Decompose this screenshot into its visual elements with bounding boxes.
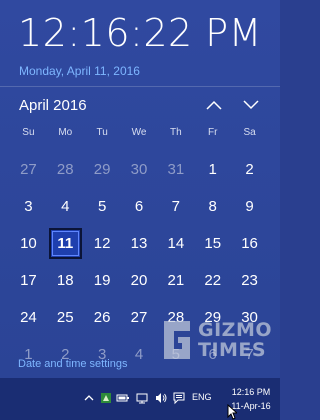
weekday-label: Mo xyxy=(58,127,73,138)
calendar-day[interactable]: 22 xyxy=(194,262,231,299)
weekday-label: Th xyxy=(170,127,182,138)
calendar-day[interactable]: 21 xyxy=(157,262,194,299)
calendar-day[interactable]: 31 xyxy=(157,151,194,188)
current-date-link[interactable]: Monday, April 11, 2016 xyxy=(19,64,140,78)
calendar-day[interactable]: 1 xyxy=(194,151,231,188)
chevron-down-icon xyxy=(243,100,259,110)
weekday-label: Fr xyxy=(207,127,218,138)
calendar-day[interactable]: 6 xyxy=(121,188,158,225)
calendar-day[interactable]: 15 xyxy=(194,225,231,262)
calendar-day[interactable]: 26 xyxy=(84,299,121,336)
clock-flyout: 12:16:22 PM Monday, April 11, 2016 April… xyxy=(0,0,280,378)
calendar-day[interactable]: 23 xyxy=(231,262,268,299)
calendar-month-label[interactable]: April 2016 xyxy=(19,97,87,114)
chevron-up-icon[interactable] xyxy=(82,391,96,405)
calendar-day[interactable]: 10 xyxy=(10,225,47,262)
calendar-day[interactable]: 17 xyxy=(10,262,47,299)
calendar-day[interactable]: 14 xyxy=(157,225,194,262)
gizmo-times-logo xyxy=(164,321,190,359)
watermark-text: GIZMO TIMES xyxy=(198,319,273,361)
taskbar-time: 12:16 PM xyxy=(231,387,271,397)
action-center-icon[interactable] xyxy=(172,391,186,405)
weekday-label: Tu xyxy=(96,127,108,138)
calendar-day[interactable]: 9 xyxy=(231,188,268,225)
previous-month-button[interactable] xyxy=(203,96,225,114)
calendar-day[interactable]: 7 xyxy=(157,188,194,225)
calendar-day[interactable]: 4 xyxy=(47,188,84,225)
calendar-day[interactable]: 16 xyxy=(231,225,268,262)
calendar-day[interactable]: 3 xyxy=(10,188,47,225)
weekday-label: We xyxy=(131,127,147,138)
network-icon[interactable] xyxy=(135,391,149,405)
weekday-label: Sa xyxy=(243,127,256,138)
battery-icon[interactable] xyxy=(116,391,130,405)
mouse-cursor-icon xyxy=(227,404,237,420)
calendar-day[interactable]: 27 xyxy=(121,299,158,336)
calendar-day[interactable]: 2 xyxy=(231,151,268,188)
calendar-day[interactable]: 19 xyxy=(84,262,121,299)
gizmo-times-watermark: GIZMO TIMES xyxy=(160,318,272,364)
app-icon[interactable] xyxy=(99,391,113,405)
chevron-up-icon xyxy=(206,100,222,110)
divider xyxy=(0,86,280,87)
date-time-settings-link[interactable]: Date and time settings xyxy=(18,358,127,370)
calendar-day[interactable]: 24 xyxy=(10,299,47,336)
calendar-day[interactable]: 5 xyxy=(84,188,121,225)
language-indicator[interactable]: ENG xyxy=(192,392,212,402)
calendar-day[interactable]: 29 xyxy=(84,151,121,188)
weekday-header: Su Mo Tu We Th Fr Sa xyxy=(10,127,268,138)
taskbar: ENG 12:16 PM 11-Apr-16 xyxy=(0,378,280,420)
calendar-day[interactable]: 25 xyxy=(47,299,84,336)
next-month-button[interactable] xyxy=(240,96,262,114)
calendar-day[interactable]: 27 xyxy=(10,151,47,188)
calendar-day[interactable]: 20 xyxy=(121,262,158,299)
current-time: 12:16:22 PM xyxy=(18,11,262,55)
weekday-label: Su xyxy=(22,127,35,138)
volume-icon[interactable] xyxy=(154,391,168,405)
calendar-day[interactable]: 18 xyxy=(47,262,84,299)
calendar-day[interactable]: 30 xyxy=(121,151,158,188)
calendar-day[interactable]: 12 xyxy=(84,225,121,262)
calendar-day[interactable]: 8 xyxy=(194,188,231,225)
calendar-day[interactable]: 28 xyxy=(47,151,84,188)
calendar-day[interactable]: 13 xyxy=(121,225,158,262)
calendar-day-today[interactable]: 11 xyxy=(48,228,82,259)
